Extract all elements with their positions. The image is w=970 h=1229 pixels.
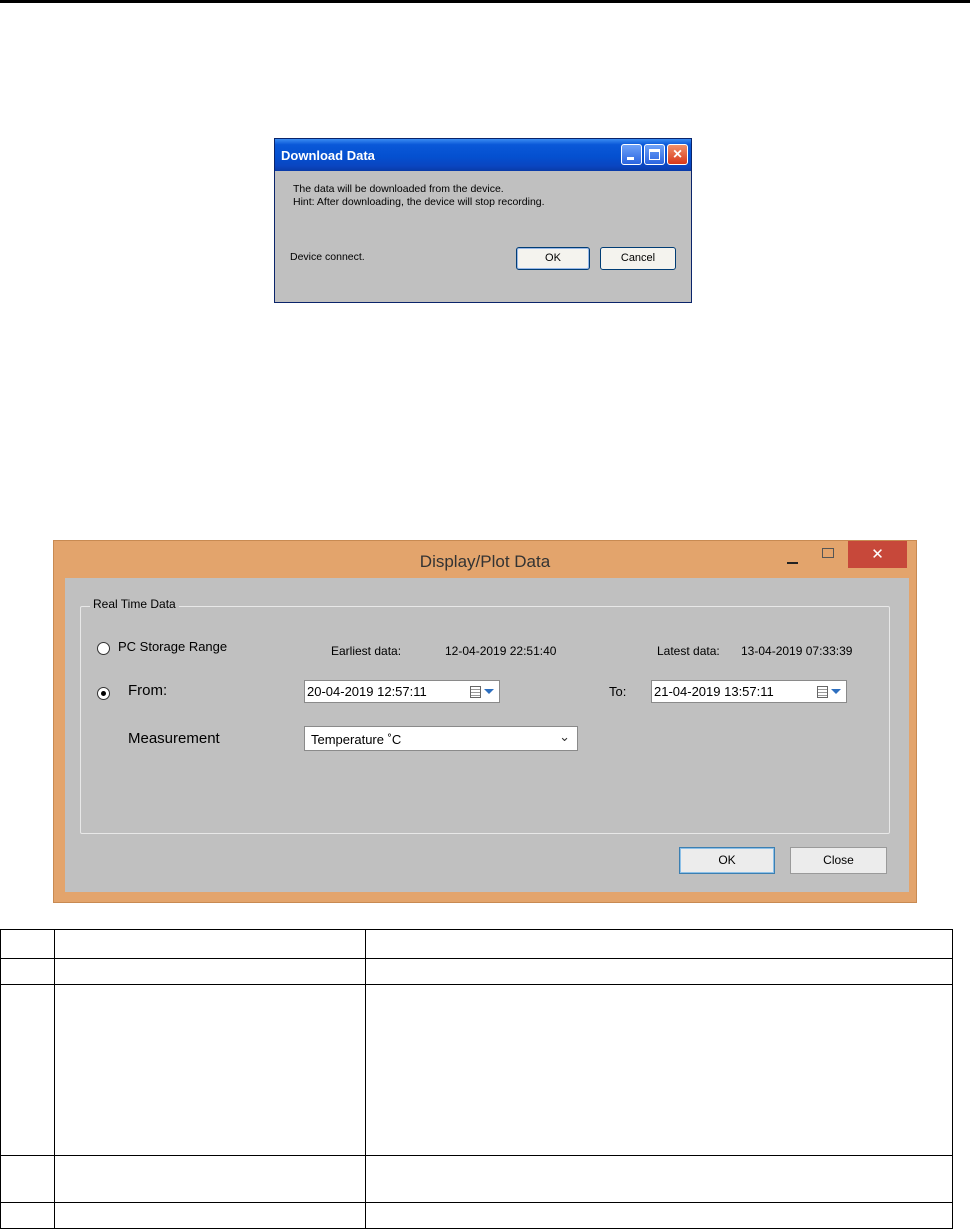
table-cell [54,1155,366,1203]
from-radio[interactable] [97,687,110,700]
measurement-select[interactable]: Temperature ˚C ⌄ [304,726,578,751]
measurement-label: Measurement [128,730,220,747]
calendar-icon [470,686,481,698]
close-button[interactable]: ✕ [848,541,907,568]
pc-storage-range-radio[interactable] [97,642,110,655]
dropdown-arrow-icon[interactable] [831,689,841,694]
page-top-rule [0,0,970,3]
table-row [0,929,953,959]
minimize-button[interactable] [621,144,642,165]
measurement-value: Temperature ˚C [311,732,402,747]
minimize-button[interactable] [787,549,799,573]
table-cell [0,1202,55,1229]
latest-data-value: 13-04-2019 07:33:39 [741,644,853,658]
from-datetime-picker[interactable]: 20-04-2019 12:57:11 [304,680,500,703]
table-cell [0,984,55,1156]
table-cell [54,1202,366,1229]
maximize-icon [649,149,660,160]
download-data-dialog: Download Data × The data will be downloa… [274,138,692,303]
table-row [0,958,953,985]
table-cell [365,984,953,1156]
group-label: Real Time Data [90,597,179,611]
dropdown-arrow-icon[interactable] [484,689,494,694]
plot-dialog-client: Real Time Data PC Storage Range Earliest… [65,578,909,892]
close-icon: ✕ [871,546,884,563]
pc-storage-range-label[interactable]: PC Storage Range [118,639,227,654]
radio-selected-dot [101,691,106,696]
from-label[interactable]: From: [128,682,167,699]
close-dialog-button[interactable]: Close [790,847,887,874]
table-cell [0,1155,55,1203]
table-cell [54,984,366,1156]
table-row [0,1155,953,1203]
download-dialog-title: Download Data [281,148,375,163]
display-plot-dialog: Display/Plot Data ✕ Real Time Data PC St… [53,540,917,903]
to-label: To: [609,684,627,699]
download-message-line2: Hint: After downloading, the device will… [293,196,545,208]
maximize-button[interactable] [822,548,834,558]
minimize-icon [627,157,634,160]
table-cell [365,958,953,985]
table-cell [54,929,366,959]
table-cell [0,929,55,959]
to-datetime-picker[interactable]: 21-04-2019 13:57:11 [651,680,847,703]
earliest-data-value: 12-04-2019 22:51:40 [445,644,557,658]
table-cell [365,1155,953,1203]
download-dialog-body: The data will be downloaded from the dev… [275,171,691,302]
latest-data-label: Latest data: [657,644,720,658]
ok-button[interactable]: OK [516,247,590,270]
earliest-data-label: Earliest data: [331,644,402,658]
download-dialog-titlebar[interactable]: Download Data × [275,139,691,171]
table-cell [365,1202,953,1229]
table-row [0,1202,953,1229]
close-icon: × [672,146,683,163]
info-table [0,929,953,1229]
to-datetime-value: 21-04-2019 13:57:11 [654,684,774,699]
calendar-icon [817,686,828,698]
maximize-button[interactable] [644,144,665,165]
from-datetime-value: 20-04-2019 12:57:11 [307,684,427,699]
table-cell [0,958,55,985]
cancel-button[interactable]: Cancel [600,247,676,270]
chevron-down-icon: ⌄ [559,729,570,744]
close-button[interactable]: × [667,144,688,165]
download-message-line1: The data will be downloaded from the dev… [293,183,504,195]
table-cell [365,929,953,959]
minimize-icon [787,562,798,564]
device-status-text: Device connect. [290,251,365,263]
ok-button[interactable]: OK [679,847,775,874]
table-cell [54,958,366,985]
table-row [0,984,953,1156]
